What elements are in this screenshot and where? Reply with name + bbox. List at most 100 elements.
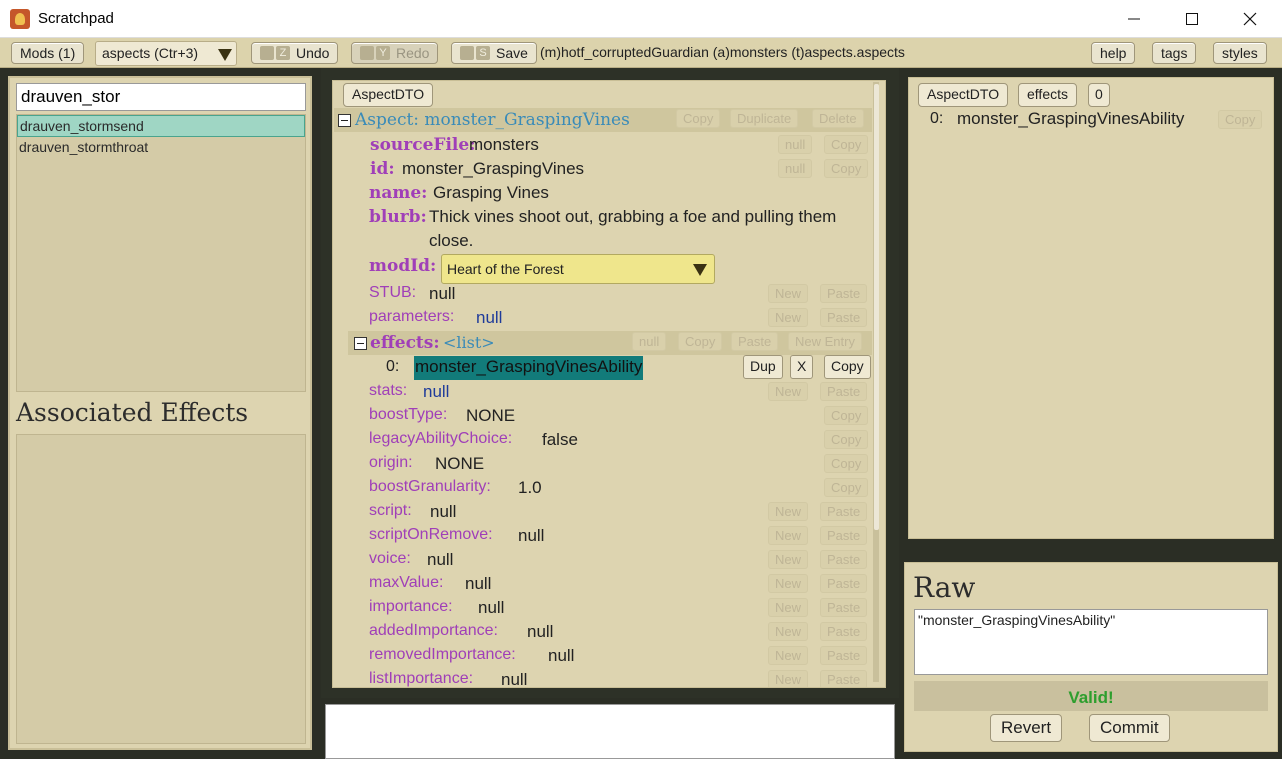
field-value-maxvalue[interactable]: null xyxy=(465,574,491,594)
dup-button[interactable]: Dup xyxy=(743,355,783,379)
close-icon xyxy=(1243,12,1257,26)
results-list: drauven_stormsend drauven_stormthroat xyxy=(16,114,306,392)
paste-button[interactable]: Paste xyxy=(820,574,868,593)
effects-index: 0: xyxy=(386,358,400,375)
entry-index: 0: xyxy=(930,110,944,127)
breadcrumb-index[interactable]: 0 xyxy=(1088,83,1110,107)
copy-button[interactable]: Copy xyxy=(824,478,869,497)
clip-row: listImportance: null New Paste xyxy=(333,668,873,687)
null-button[interactable]: null xyxy=(778,135,813,154)
copy-button[interactable]: Copy xyxy=(824,159,869,178)
new-button[interactable]: New xyxy=(768,670,809,687)
aspect-duplicate-button[interactable]: Duplicate xyxy=(730,109,799,128)
entry-value[interactable]: monster_GraspingVinesAbility xyxy=(957,109,1184,129)
paste-button[interactable]: Paste xyxy=(731,332,779,351)
aspect-copy-button[interactable]: Copy xyxy=(676,109,721,128)
new-button[interactable]: New xyxy=(768,574,809,593)
undo-button[interactable]: Z Undo xyxy=(251,42,339,64)
modid-select-value: Heart of the Forest xyxy=(447,261,564,277)
aspect-delete-button[interactable]: Delete xyxy=(812,109,864,128)
list-item[interactable]: drauven_stormsend xyxy=(17,115,305,137)
field-value-blurb[interactable]: Thick vines shoot out, grabbing a foe an… xyxy=(429,207,836,227)
raw-textarea[interactable]: "monster_GraspingVinesAbility" xyxy=(914,609,1268,675)
field-value-sourcefile[interactable]: monsters xyxy=(469,135,539,155)
new-button[interactable]: New xyxy=(768,622,809,641)
field-value-script[interactable]: null xyxy=(430,502,456,522)
undo-label: Undo xyxy=(296,45,330,61)
ctrl-key-icon xyxy=(460,46,474,60)
copy-button[interactable]: Copy xyxy=(824,454,869,473)
paste-button[interactable]: Paste xyxy=(820,598,868,617)
field-value-boostgranularity[interactable]: 1.0 xyxy=(518,478,542,498)
paste-button[interactable]: Paste xyxy=(820,502,868,521)
window-title: Scratchpad xyxy=(38,10,114,27)
field-value-parameters[interactable]: null xyxy=(476,308,502,328)
paste-button[interactable]: Paste xyxy=(820,646,868,665)
paste-button[interactable]: Paste xyxy=(820,550,868,569)
null-button[interactable]: null xyxy=(632,332,667,351)
field-value-boosttype[interactable]: NONE xyxy=(466,406,515,426)
mods-button[interactable]: Mods (1) xyxy=(11,42,85,64)
field-value-removedimportance[interactable]: null xyxy=(548,646,574,666)
modid-select[interactable]: Heart of the Forest xyxy=(441,254,715,284)
field-value-blurb-cont[interactable]: close. xyxy=(429,231,473,251)
collapse-icon[interactable] xyxy=(354,337,367,350)
copy-button[interactable]: Copy xyxy=(824,135,869,154)
new-entry-button[interactable]: New Entry xyxy=(788,332,862,351)
close-button[interactable] xyxy=(1221,0,1279,38)
collapse-icon[interactable] xyxy=(338,114,351,127)
new-button[interactable]: New xyxy=(768,284,809,303)
revert-button[interactable]: Revert xyxy=(990,714,1063,742)
chevron-down-icon xyxy=(218,49,232,61)
paste-button[interactable]: Paste xyxy=(820,284,868,303)
paste-button[interactable]: Paste xyxy=(820,622,868,641)
copy-button[interactable]: Copy xyxy=(678,332,723,351)
redo-button[interactable]: Y Redo xyxy=(351,42,439,64)
field-value-importance[interactable]: null xyxy=(478,598,504,618)
new-button[interactable]: New xyxy=(768,526,809,545)
new-button[interactable]: New xyxy=(768,646,809,665)
field-value-legacyabilitychoice[interactable]: false xyxy=(542,430,578,450)
remove-button[interactable]: X xyxy=(790,355,814,379)
new-button[interactable]: New xyxy=(768,308,809,327)
new-button[interactable]: New xyxy=(768,598,809,617)
paste-button[interactable]: Paste xyxy=(820,382,868,401)
commit-button[interactable]: Commit xyxy=(1089,714,1170,742)
copy-entry-button[interactable]: Copy xyxy=(824,355,871,379)
field-value-stats[interactable]: null xyxy=(423,382,449,402)
help-button[interactable]: help xyxy=(1091,42,1136,64)
copy-button[interactable]: Copy xyxy=(824,406,869,425)
bottom-input-box[interactable] xyxy=(325,704,895,759)
field-value-id[interactable]: monster_GraspingVines xyxy=(402,159,584,179)
tags-button[interactable]: tags xyxy=(1152,42,1197,64)
effects-item-value[interactable]: monster_GraspingVinesAbility xyxy=(414,356,644,380)
list-item[interactable]: drauven_stormthroat xyxy=(17,137,305,159)
field-value-addedimportance[interactable]: null xyxy=(527,622,553,642)
breadcrumb-aspectdto[interactable]: AspectDTO xyxy=(918,83,1009,107)
null-button[interactable]: null xyxy=(778,159,813,178)
breadcrumb-effects[interactable]: effects xyxy=(1018,83,1077,107)
new-button[interactable]: New xyxy=(768,550,809,569)
paste-button[interactable]: Paste xyxy=(820,308,868,327)
styles-button[interactable]: styles xyxy=(1213,42,1267,64)
aspect-dto-button[interactable]: AspectDTO xyxy=(343,83,434,107)
field-value-stub[interactable]: null xyxy=(429,284,455,304)
field-value-scriptonremove[interactable]: null xyxy=(518,526,544,546)
paste-button[interactable]: Paste xyxy=(820,670,868,687)
field-key-removedimportance: removedImportance: xyxy=(369,646,516,663)
maximize-button[interactable] xyxy=(1163,0,1221,38)
field-value-name[interactable]: Grasping Vines xyxy=(433,183,549,203)
type-select[interactable]: aspects (Ctr+3) xyxy=(95,41,237,66)
new-button[interactable]: New xyxy=(768,382,809,401)
editor-scroll-thumb[interactable] xyxy=(874,84,879,530)
minimize-button[interactable] xyxy=(1105,0,1163,38)
field-value-origin[interactable]: NONE xyxy=(435,454,484,474)
entry-copy-button[interactable]: Copy xyxy=(1218,110,1263,129)
save-button[interactable]: S Save xyxy=(451,42,537,64)
search-input[interactable] xyxy=(16,83,306,111)
field-value-voice[interactable]: null xyxy=(427,550,453,570)
paste-button[interactable]: Paste xyxy=(820,526,868,545)
new-button[interactable]: New xyxy=(768,502,809,521)
copy-button[interactable]: Copy xyxy=(824,430,869,449)
field-value-listimportance[interactable]: null xyxy=(501,670,527,687)
